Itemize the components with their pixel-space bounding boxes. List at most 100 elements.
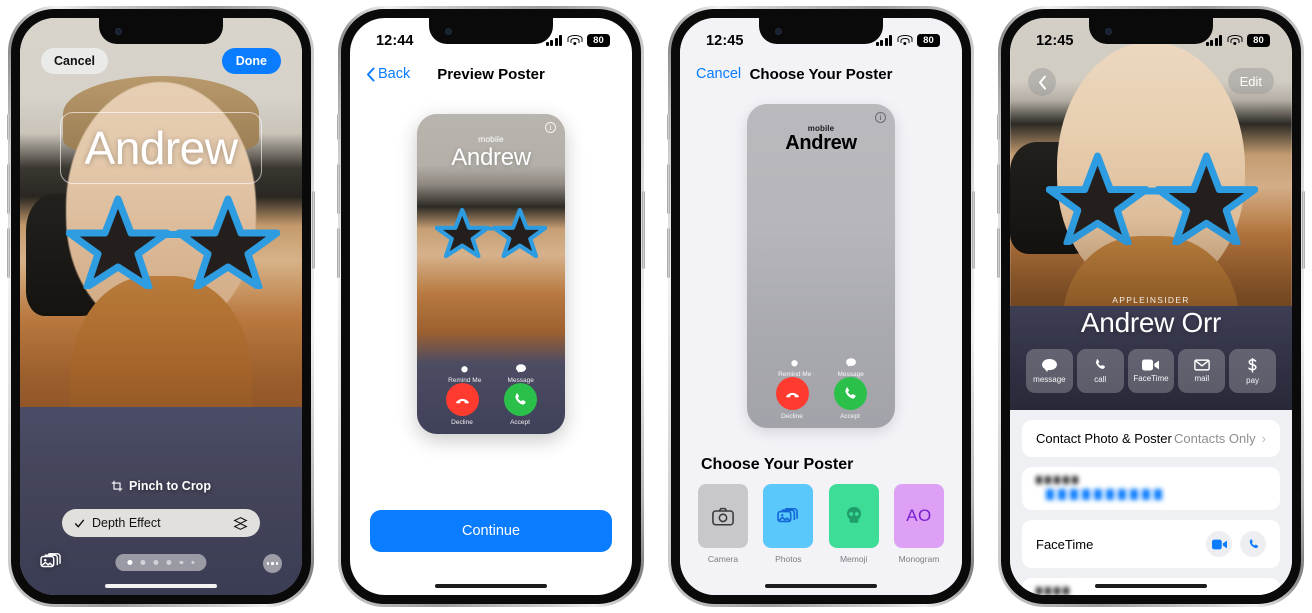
volume-up-button[interactable] xyxy=(7,164,10,214)
facetime-action-button[interactable]: FaceTime xyxy=(1127,349,1175,393)
chevron-left-icon xyxy=(367,67,375,81)
poster-call-actions: Decline Accept xyxy=(417,383,565,426)
status-indicators: 80 xyxy=(875,34,940,47)
power-button[interactable] xyxy=(972,191,975,269)
page-title: Choose Your Poster xyxy=(749,65,893,83)
video-camera-icon xyxy=(1142,359,1160,371)
volume-down-button[interactable] xyxy=(667,228,670,278)
poster-option-camera[interactable]: Camera xyxy=(698,484,748,564)
notch xyxy=(759,18,883,44)
message-button[interactable]: Message xyxy=(838,356,864,378)
decline-button[interactable]: Decline xyxy=(445,383,479,426)
depth-effect-toggle[interactable]: Depth Effect xyxy=(62,509,260,537)
poster-page-dots[interactable] xyxy=(115,554,207,571)
accept-label: Accept xyxy=(840,413,860,420)
back-button[interactable]: Back xyxy=(366,66,437,82)
navigation-bar: Back Preview Poster xyxy=(350,56,632,92)
power-button[interactable] xyxy=(642,191,645,269)
more-options-button[interactable] xyxy=(263,554,282,573)
accept-button[interactable]: Accept xyxy=(503,383,537,426)
poster-preview-card[interactable]: i mobile Andrew Remind Me Message Declin… xyxy=(747,104,895,428)
volume-up-button[interactable] xyxy=(997,164,1000,214)
message-action-button[interactable]: message xyxy=(1026,349,1073,393)
back-button[interactable] xyxy=(1028,68,1056,96)
row-facetime[interactable]: FaceTime xyxy=(1022,520,1280,568)
decline-button[interactable]: Decline xyxy=(775,377,809,420)
home-indicator[interactable] xyxy=(435,583,547,588)
contact-detail-list: Contact Photo & Poster Contacts Only › F… xyxy=(1010,410,1292,595)
page-dot[interactable] xyxy=(191,560,195,565)
status-indicators: 80 xyxy=(1205,34,1270,47)
poster-option-monogram[interactable]: AO Monogram xyxy=(893,484,944,564)
page-dot[interactable] xyxy=(179,560,183,565)
cancel-button[interactable]: Cancel xyxy=(696,66,750,82)
poster-option-label: Memoji xyxy=(839,554,868,564)
poster-option-memoji[interactable]: Memoji xyxy=(828,484,879,564)
remind-me-button[interactable]: Remind Me xyxy=(778,356,811,378)
message-bubble-icon xyxy=(845,356,857,368)
layers-icon xyxy=(233,516,248,530)
video-camera-icon[interactable] xyxy=(1206,531,1232,557)
contact-name-field[interactable]: Andrew xyxy=(60,112,262,184)
mail-action-button[interactable]: mail xyxy=(1178,349,1226,393)
done-button[interactable]: Done xyxy=(221,48,281,74)
mute-switch[interactable] xyxy=(667,114,670,140)
row-key: FaceTime xyxy=(1036,536,1094,552)
photo-library-button[interactable] xyxy=(40,552,62,576)
power-button[interactable] xyxy=(1302,191,1305,269)
volume-down-button[interactable] xyxy=(7,228,10,278)
volume-up-button[interactable] xyxy=(337,164,340,214)
dollar-sign-icon xyxy=(1248,357,1257,373)
chevron-left-icon xyxy=(1038,75,1046,89)
poster-contact-name: Andrew xyxy=(451,144,531,171)
poster-preview-card[interactable]: i mobile Andrew Remind Me Message Declin… xyxy=(417,114,565,434)
page-dot[interactable] xyxy=(153,560,159,565)
power-button[interactable] xyxy=(312,191,315,269)
poster-secondary-actions: Remind Me Message xyxy=(417,362,565,384)
page-dot[interactable] xyxy=(140,560,146,565)
redacted-label xyxy=(1036,587,1266,595)
wifi-icon xyxy=(1227,35,1242,46)
pay-action-button[interactable]: pay xyxy=(1229,349,1276,393)
continue-button[interactable]: Continue xyxy=(370,510,612,552)
volume-down-button[interactable] xyxy=(997,228,1000,278)
volume-up-button[interactable] xyxy=(667,164,670,214)
edit-button[interactable]: Edit xyxy=(1227,68,1274,94)
mute-switch[interactable] xyxy=(7,114,10,140)
star-sunglasses-icon xyxy=(66,195,280,289)
remind-me-button[interactable]: Remind Me xyxy=(448,362,481,384)
message-button[interactable]: Message xyxy=(508,362,534,384)
row-phone-redacted[interactable] xyxy=(1022,467,1280,510)
call-action-button[interactable]: call xyxy=(1076,349,1124,393)
row-value: Contacts Only xyxy=(1174,431,1256,446)
poster-option-label: Camera xyxy=(707,554,739,564)
battery-icon: 80 xyxy=(587,34,610,47)
chevron-right-icon: › xyxy=(1261,431,1266,446)
info-circle-icon[interactable]: i xyxy=(545,122,556,133)
battery-icon: 80 xyxy=(1247,34,1270,47)
volume-down-button[interactable] xyxy=(337,228,340,278)
poster-option-photos[interactable]: Photos xyxy=(763,484,814,564)
monogram-thumbnail: AO xyxy=(893,484,944,548)
accept-button[interactable]: Accept xyxy=(833,377,867,420)
home-indicator[interactable] xyxy=(105,583,217,588)
mute-switch[interactable] xyxy=(997,114,1000,140)
phone-icon xyxy=(503,383,537,416)
info-circle-icon[interactable]: i xyxy=(875,112,886,123)
front-camera-icon xyxy=(445,27,452,35)
phone-bezel: 12:45 80 Cancel Choose Your Poster i mob… xyxy=(671,9,971,604)
phone-icon[interactable] xyxy=(1240,531,1266,557)
phone-screen: Cancel Done Andrew Pinch to Crop Depth E… xyxy=(20,18,302,595)
phone-down-icon xyxy=(775,377,809,410)
ellipsis-dot xyxy=(275,562,279,565)
page-dot[interactable] xyxy=(127,560,133,565)
home-indicator[interactable] xyxy=(765,583,877,588)
mute-switch[interactable] xyxy=(337,114,340,140)
action-label: message xyxy=(1033,374,1066,384)
row-contact-photo-poster[interactable]: Contact Photo & Poster Contacts Only › xyxy=(1022,420,1280,457)
contact-name-text: Andrew xyxy=(84,122,238,174)
page-dot[interactable] xyxy=(166,560,172,565)
cancel-button[interactable]: Cancel xyxy=(41,48,108,74)
phone-4-contact-card: 12:45 80 Edit APPLEINSIDER Andrew Orr me… xyxy=(997,6,1305,607)
home-indicator[interactable] xyxy=(1095,583,1207,588)
